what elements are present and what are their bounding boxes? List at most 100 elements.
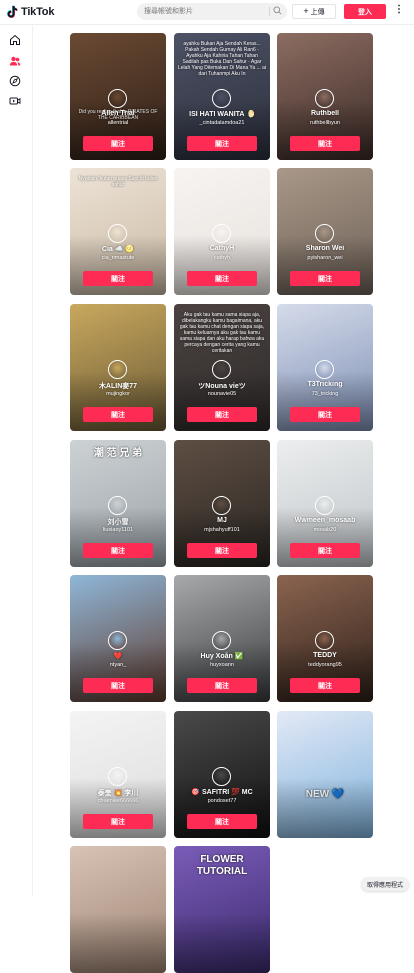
follow-button[interactable]: 關注 <box>187 543 257 558</box>
explore-icon[interactable] <box>9 75 21 87</box>
creator-handle: cathyh <box>213 255 231 261</box>
creator-card[interactable]: ❤️ ntyan_ 關注 <box>70 575 166 702</box>
follow-button[interactable]: 關注 <box>83 678 153 693</box>
card-gradient <box>70 778 166 838</box>
creator-handle: liuxiaoy1101 <box>102 527 134 533</box>
creator-card[interactable]: Aku gak tau kamu sama siapa aja, dibelak… <box>174 304 270 431</box>
live-icon[interactable] <box>9 95 21 107</box>
creator-card[interactable]: 木ALIN麥77 mujingkor 關注 <box>70 304 166 431</box>
card-gradient <box>70 235 166 295</box>
card-gradient <box>70 642 166 702</box>
video-caption-overlay: FLOWER TUTORIAL <box>196 854 248 877</box>
creator-avatar[interactable] <box>108 360 127 379</box>
search-bar[interactable] <box>137 3 287 20</box>
creator-card[interactable]: 🎯 SAFITRI 💯 MC pondoset77 關注 <box>174 711 270 838</box>
home-icon[interactable] <box>9 34 21 46</box>
follow-button[interactable]: 關注 <box>187 814 257 829</box>
creator-name: 木ALIN麥77 <box>98 383 138 390</box>
creator-avatar[interactable] <box>315 631 334 650</box>
creator-handle: pondoset77 <box>207 798 237 804</box>
creator-avatar[interactable] <box>108 224 127 243</box>
creator-card[interactable]: Huy Xoắn ✅ huyxoann 關注 <box>174 575 270 702</box>
follow-button[interactable]: 關注 <box>290 543 360 558</box>
search-input[interactable] <box>137 7 266 16</box>
creator-avatar[interactable] <box>108 89 127 108</box>
creator-card[interactable]: Sharon Wei pyisharon_wei 關注 <box>277 168 373 295</box>
creator-name: TEDDY <box>313 652 337 659</box>
creator-avatar[interactable] <box>315 224 334 243</box>
upload-button[interactable]: + 上傳 <box>292 4 336 19</box>
creator-handle: huyxoann <box>210 662 234 668</box>
following-icon[interactable] <box>9 55 21 67</box>
follow-button[interactable]: 關注 <box>83 136 153 151</box>
creator-handle: allentrial <box>107 120 129 126</box>
card-gradient <box>174 913 270 973</box>
creator-handle: ntyan_ <box>109 662 127 668</box>
creator-avatar[interactable] <box>315 360 334 379</box>
follow-button[interactable]: 關注 <box>187 271 257 286</box>
follow-button[interactable]: 關注 <box>290 407 360 422</box>
plus-icon: + <box>303 6 309 16</box>
creator-card[interactable]: CathyH cathyh 關注 <box>174 168 270 295</box>
creator-name: 泰奎 💥 李川 <box>97 790 139 797</box>
follow-button[interactable]: 關注 <box>187 407 257 422</box>
creator-avatar[interactable] <box>212 767 231 786</box>
creator-card[interactable]: Ruthbell ruthbellbyun 關注 <box>277 33 373 160</box>
card-gradient <box>277 371 373 431</box>
creator-card[interactable]: ayahku Bukan Aja Sendah Keras... Pakah S… <box>174 33 270 160</box>
tiktok-logo[interactable]: TikTok <box>6 5 54 18</box>
login-button[interactable]: 登入 <box>344 4 386 19</box>
creator-avatar[interactable] <box>315 496 334 515</box>
card-gradient <box>277 778 373 838</box>
creator-avatar[interactable] <box>315 89 334 108</box>
get-app-button[interactable]: 取得應用程式 <box>361 877 409 891</box>
creator-card[interactable]: TEDDY teddyorang95 關注 <box>277 575 373 702</box>
tiktok-logo-icon <box>7 5 18 18</box>
creator-card[interactable]: Did you realize that in PIRATES OF THE C… <box>70 33 166 160</box>
card-gradient <box>174 235 270 295</box>
creator-card[interactable]: 泰奎 💥 李川 chuenlee666666 關注 <box>70 711 166 838</box>
creator-avatar[interactable] <box>108 631 127 650</box>
video-caption-overlay: Aku gak tau kamu sama siapa aja, dibelak… <box>179 312 265 354</box>
creator-card[interactable]: MJ mjshahyuff101 關注 <box>174 440 270 567</box>
search-divider <box>269 7 270 16</box>
card-gradient <box>174 778 270 838</box>
creator-card[interactable]: T3Tricking 73_tricking 關注 <box>277 304 373 431</box>
more-menu-icon[interactable]: ⋮ <box>394 5 404 17</box>
creator-handle: mjshahyuff101 <box>204 527 240 533</box>
card-gradient <box>277 100 373 160</box>
follow-button[interactable]: 關注 <box>187 678 257 693</box>
search-icon[interactable] <box>273 6 282 15</box>
creator-avatar[interactable] <box>212 496 231 515</box>
creator-name: T3Tricking <box>307 381 343 388</box>
creator-card[interactable]: 潮 范 兄 弟刘小雪 liuxiaoy1101 關注 <box>70 440 166 567</box>
follow-button[interactable]: 關注 <box>83 271 153 286</box>
card-gradient <box>277 235 373 295</box>
creator-avatar[interactable] <box>212 224 231 243</box>
creator-avatar[interactable] <box>212 360 231 379</box>
card-gradient <box>174 371 270 431</box>
creator-avatar[interactable] <box>212 89 231 108</box>
creator-handle: mujingkor <box>106 391 130 397</box>
creator-name: 刘小雪 <box>107 519 129 526</box>
card-gradient <box>70 913 166 973</box>
follow-button[interactable]: 關注 <box>290 136 360 151</box>
follow-button[interactable]: 關注 <box>83 814 153 829</box>
creator-card[interactable] <box>70 846 166 973</box>
creator-avatar[interactable] <box>108 496 127 515</box>
follow-button[interactable]: 關注 <box>290 271 360 286</box>
follow-button[interactable]: 關注 <box>187 136 257 151</box>
creator-avatar[interactable] <box>212 631 231 650</box>
follow-button[interactable]: 關注 <box>290 678 360 693</box>
creator-card[interactable]: NEW 💙 <box>277 711 373 838</box>
creator-card[interactable]: Nyobain Ikutan puasa Sapi di bulan sahur… <box>70 168 166 295</box>
creator-card[interactable]: FLOWER TUTORIAL <box>174 846 270 973</box>
creator-handle: mosab20 <box>313 527 337 533</box>
follow-button[interactable]: 關注 <box>83 543 153 558</box>
creator-name: Wwmeen_mosaab <box>294 517 356 524</box>
creator-avatar[interactable] <box>108 767 127 786</box>
creator-handle: teddyorang95 <box>308 662 342 668</box>
creator-card[interactable]: Wwmeen_mosaab mosab20 關注 <box>277 440 373 567</box>
creator-handle: _cintadalamdoa21 <box>199 120 245 126</box>
follow-button[interactable]: 關注 <box>83 407 153 422</box>
